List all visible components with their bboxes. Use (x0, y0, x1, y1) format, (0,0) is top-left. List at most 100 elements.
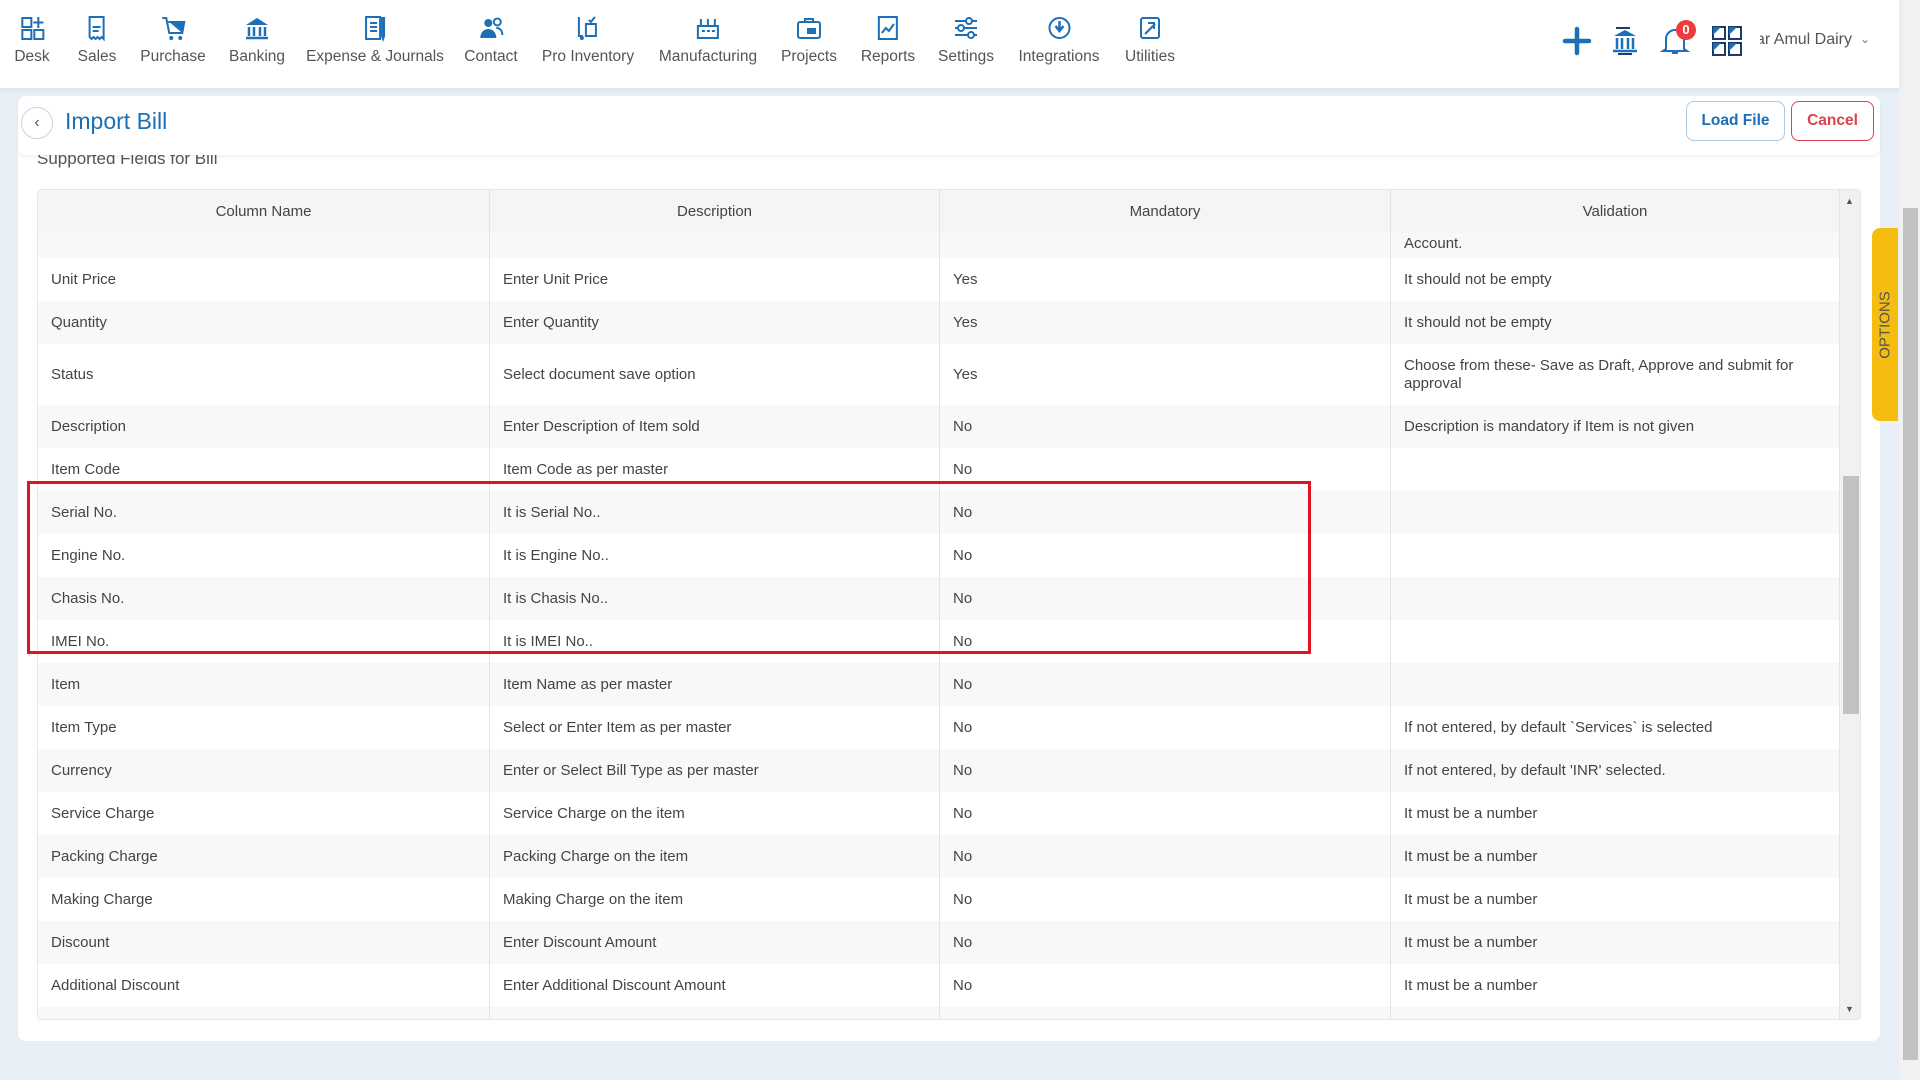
nav-item-integrations[interactable]: Integrations (1019, 14, 1100, 66)
validation-cell: Choose from these- Save as Draft, Approv… (1391, 344, 1840, 405)
nav-item-pro-inventory[interactable]: Pro Inventory (542, 14, 634, 66)
column-name-cell: Additional Discount (38, 964, 490, 1007)
column-header: Column Name (38, 190, 490, 233)
mandatory-cell: No (940, 792, 1391, 835)
nav-item-label: Pro Inventory (541, 48, 635, 65)
description-cell: Enter Quantity (490, 301, 940, 344)
description-cell: Service Charge on the item (490, 792, 940, 835)
options-tab[interactable]: OPTIONS (1872, 228, 1898, 421)
validation-cell: It must be a number (1391, 878, 1840, 921)
nav-item-label: Sales (77, 48, 117, 65)
nav-item-expense-journals[interactable]: Expense & Journals (306, 14, 444, 66)
cancel-button[interactable]: Cancel (1791, 101, 1874, 141)
bank-transfer-icon[interactable] (1608, 24, 1642, 58)
chevron-down-icon[interactable]: ⌄ (1860, 32, 1870, 46)
receipt-icon (89, 16, 105, 42)
column-name-cell: Item (38, 663, 490, 706)
description-cell: Select document save option (490, 344, 940, 405)
description-cell: Enter Additional Discount Amount (490, 964, 940, 1007)
bank-icon (245, 18, 268, 40)
mandatory-cell: No (940, 534, 1391, 577)
sliders-icon (954, 17, 977, 39)
column-name-cell: Quantity (38, 301, 490, 344)
nav-item-contact[interactable]: Contact (464, 14, 518, 66)
mandatory-cell: Yes (940, 301, 1391, 344)
cart-icon (161, 17, 186, 40)
nav-item-purchase[interactable]: Purchase (140, 14, 206, 66)
nav-item-label: Projects (781, 48, 837, 65)
column-name-cell: Engine No. (38, 534, 490, 577)
table-row: Description Enter Description of Item sol… (38, 405, 1840, 448)
validation-cell (1391, 577, 1840, 620)
apps-grid-icon[interactable] (1710, 24, 1744, 58)
table-row (38, 1007, 1840, 1019)
plus-icon[interactable] (1560, 24, 1594, 58)
mandatory-cell: No (940, 878, 1391, 921)
validation-cell: It should not be empty (1391, 258, 1840, 301)
nav-item-label: Integrations (1018, 48, 1100, 65)
mandatory-cell: No (940, 706, 1391, 749)
nav-item-sales[interactable]: Sales (77, 14, 117, 66)
factory-icon (696, 19, 719, 39)
table-row: Item Type Select or Enter Item as per mas… (38, 706, 1840, 749)
nav-item-banking[interactable]: Banking (229, 14, 285, 66)
page-scrollbar[interactable] (1899, 0, 1920, 1080)
column-name-cell: Currency (38, 749, 490, 792)
nav-item-projects[interactable]: Projects (781, 14, 837, 66)
nav-item-reports[interactable]: Reports (861, 14, 915, 66)
load-file-button[interactable]: Load File (1686, 101, 1785, 141)
back-button[interactable]: ‹ (21, 107, 53, 139)
table-row: Additional Discount Enter Additional Disc… (38, 964, 1840, 1007)
nav-item-desk[interactable]: Desk (14, 14, 50, 66)
supported-fields-table: Column Name Description Mandatory Valida… (37, 189, 1861, 1020)
scroll-up-arrow-icon[interactable]: ▲ (1845, 196, 1854, 206)
validation-cell: It must be a number (1391, 835, 1840, 878)
nav-item-utilities[interactable]: Utilities (1125, 14, 1175, 66)
description-cell: Item Code as per master (490, 448, 940, 491)
column-header: Validation (1391, 190, 1840, 233)
table-scrollbar-thumb[interactable] (1843, 476, 1859, 714)
column-name-cell: IMEI No. (38, 620, 490, 663)
mandatory-cell: No (940, 620, 1391, 663)
mandatory-cell: No (940, 835, 1391, 878)
scroll-down-arrow-icon[interactable]: ▼ (1845, 1004, 1854, 1014)
validation-cell (1391, 448, 1840, 491)
table-row: Making Charge Making Charge on the item No… (38, 878, 1840, 921)
description-cell: Enter Unit Price (490, 258, 940, 301)
validation-cell (1391, 534, 1840, 577)
table-row: Item Code Item Code as per master No (38, 448, 1840, 491)
validation-cell: Account. (1391, 233, 1840, 258)
table-scrollbar[interactable]: ▲ ▼ (1840, 190, 1860, 1019)
nav-item-label: Desk (14, 48, 50, 65)
projects-icon (797, 18, 821, 39)
validation-cell: Description is mandatory if Item is not … (1391, 405, 1840, 448)
nav-item-manufacturing[interactable]: Manufacturing (659, 14, 757, 66)
description-cell: Enter or Select Bill Type as per master (490, 749, 940, 792)
description-cell: It is Serial No.. (490, 491, 940, 534)
options-label: OPTIONS (1876, 290, 1894, 359)
description-cell: Enter Discount Amount (490, 921, 940, 964)
page-scrollbar-thumb[interactable] (1903, 208, 1918, 1060)
nav-item-settings[interactable]: Settings (938, 14, 994, 66)
validation-cell (1391, 620, 1840, 663)
inventory-icon (578, 16, 597, 40)
nav-item-label: Expense & Journals (306, 48, 444, 65)
validation-cell: If not entered, by default 'INR' selecte… (1391, 749, 1840, 792)
mandatory-cell: Yes (940, 344, 1391, 405)
user-menu[interactable]: Kumar Amul Dairy (1760, 31, 1852, 49)
column-header: Mandatory (940, 190, 1391, 233)
description-cell: Making Charge on the item (490, 878, 940, 921)
nav-item-label: Purchase (140, 48, 206, 65)
nav-item-label: Manufacturing (658, 48, 758, 65)
validation-cell: It must be a number (1391, 964, 1840, 1007)
column-name-cell: Service Charge (38, 792, 490, 835)
column-name-cell: Description (38, 405, 490, 448)
reports-icon (878, 16, 898, 40)
validation-cell: It must be a number (1391, 792, 1840, 835)
nav-item-label: Settings (937, 48, 995, 65)
mandatory-cell: No (940, 964, 1391, 1007)
mandatory-cell: No (940, 448, 1391, 491)
utilities-icon (1139, 17, 1160, 39)
table-row: Account. (38, 233, 1840, 258)
validation-cell (1391, 663, 1840, 706)
